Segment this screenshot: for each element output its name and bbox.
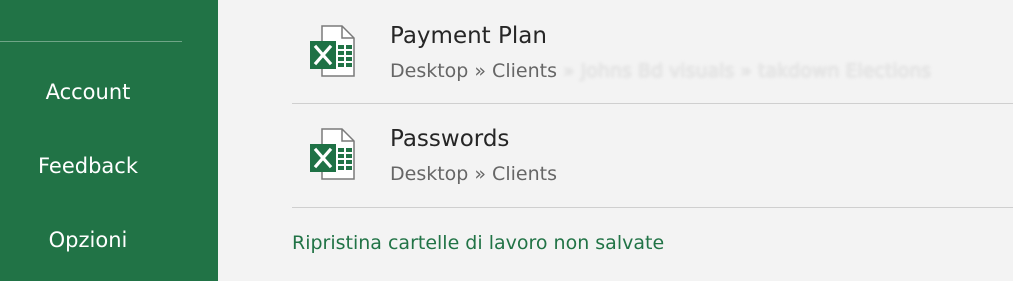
row-divider [292, 207, 1013, 208]
file-path-visible: Desktop » Clients [390, 60, 557, 82]
backstage-sidebar: Account Feedback Opzioni [0, 0, 218, 281]
file-name: Payment Plan [390, 23, 547, 49]
file-path: Desktop » Clients » Johns Bd visuals » t… [390, 60, 931, 82]
sidebar-divider [0, 41, 182, 42]
recover-unsaved-workbooks-link[interactable]: Ripristina cartelle di lavoro non salvat… [292, 232, 664, 254]
sidebar-item-account[interactable]: Account [0, 80, 176, 104]
sidebar-item-feedback[interactable]: Feedback [0, 154, 176, 178]
recent-file-row[interactable]: Passwords Desktop » Clients [292, 104, 1013, 207]
excel-file-icon [310, 128, 355, 180]
file-name: Passwords [390, 126, 510, 152]
recent-files-panel: Payment Plan Desktop » Clients » Johns B… [218, 0, 1013, 281]
excel-file-icon [310, 25, 355, 77]
file-path: Desktop » Clients [390, 163, 557, 185]
file-path-redacted: » Johns Bd visuals » takdown Elections [563, 60, 932, 82]
recent-file-row[interactable]: Payment Plan Desktop » Clients » Johns B… [292, 0, 1013, 103]
sidebar-item-options[interactable]: Opzioni [0, 228, 176, 252]
